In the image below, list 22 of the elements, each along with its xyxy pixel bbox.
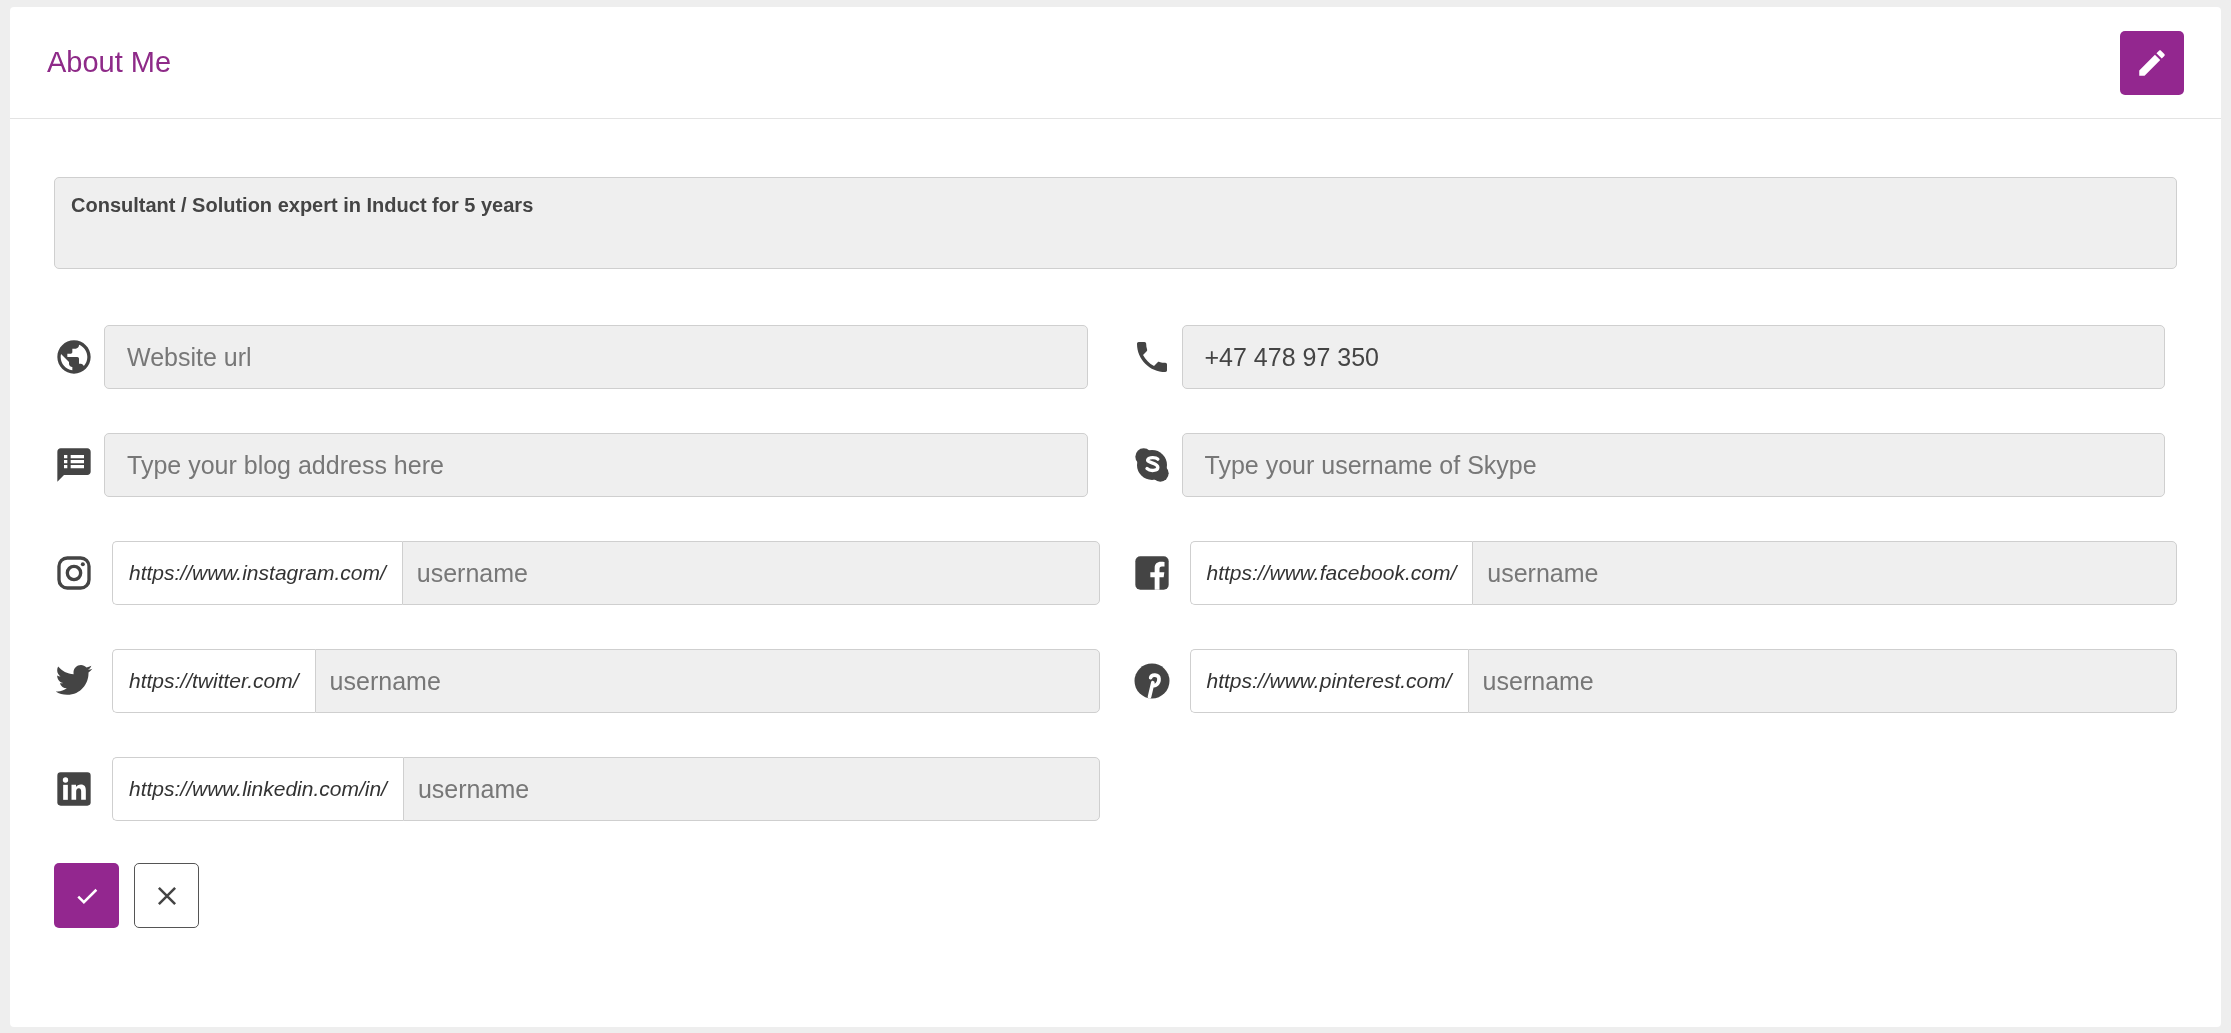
- username-field[interactable]: username: [401, 541, 1100, 605]
- url-prefix: https://www.facebook.com/: [1189, 541, 1473, 605]
- card-title: About Me: [47, 46, 172, 79]
- save-button[interactable]: [54, 863, 119, 928]
- phone-field[interactable]: +47 478 97 350: [1181, 325, 2165, 389]
- description-field[interactable]: Consultant / Solution expert in Induct for 5 years: [54, 177, 2177, 269]
- globe-icon: [54, 337, 94, 377]
- url-prefix: https://www.linkedin.com/in/: [112, 757, 403, 821]
- url-prefix: https://twitter.com/: [112, 649, 315, 713]
- username-field[interactable]: username: [314, 649, 1100, 713]
- cancel-button[interactable]: [134, 863, 199, 928]
- username-field[interactable]: username: [1467, 649, 2177, 713]
- skype-field[interactable]: Type your username of Skype: [1181, 433, 2165, 497]
- username-field[interactable]: username: [1472, 541, 2177, 605]
- url-prefix: https://www.instagram.com/: [112, 541, 402, 605]
- instagram-icon: [54, 553, 94, 593]
- url-prefix: https://www.pinterest.com/: [1189, 649, 1468, 713]
- blog-field[interactable]: Type your blog address here: [104, 433, 1088, 497]
- username-field[interactable]: username: [402, 757, 1100, 821]
- linkedin-icon: [54, 769, 94, 809]
- edit-button[interactable]: [2120, 30, 2184, 95]
- website-field[interactable]: Website url: [104, 325, 1088, 389]
